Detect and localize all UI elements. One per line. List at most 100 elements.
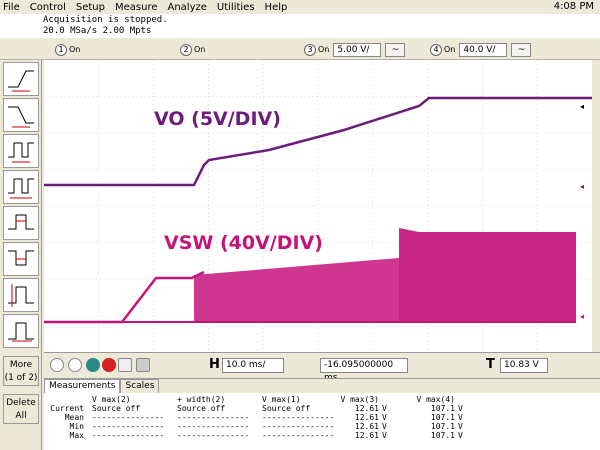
channel-4-scale[interactable]: 40.0 V/ [459, 42, 508, 57]
channel-2-state[interactable]: On [194, 45, 205, 54]
channel-2-number[interactable]: 2 [180, 43, 192, 56]
header-cell [44, 395, 84, 404]
frequency-tool[interactable] [3, 170, 39, 204]
fall-time-tool[interactable] [3, 98, 39, 132]
table-cell: --------------- [177, 422, 250, 431]
channel-3-control[interactable]: 3 On 5.00 V/ ~ [304, 41, 406, 58]
table-cell: Source off [92, 404, 141, 413]
menu-utilities[interactable]: Utilities [212, 2, 260, 13]
menu-control[interactable]: Control [25, 2, 71, 13]
table-cell: --------------- [92, 422, 165, 431]
table-cell: V [458, 422, 463, 431]
table-cell: --------------- [262, 431, 335, 440]
rise-time-tool[interactable] [3, 62, 39, 96]
clock: 4:08 PM [553, 1, 594, 12]
vo-label: VO (5V/DIV) [154, 108, 281, 130]
row-label: Mean [64, 413, 84, 422]
trigger-label: T [486, 357, 495, 372]
stop-icon[interactable] [102, 358, 116, 372]
header-cell [379, 395, 415, 404]
negative-width-tool[interactable] [3, 242, 39, 276]
channel-4-control[interactable]: 4 On 40.0 V/ ~ [430, 41, 532, 58]
table-cell: --------------- [92, 431, 165, 440]
tab-scales[interactable]: Scales [120, 379, 160, 393]
timebase-bar: H 10.0 ms/ -16.095000000 ms T 10.83 V [44, 352, 600, 383]
frequency-icon [8, 178, 34, 199]
channel-3-number[interactable]: 3 [304, 43, 316, 56]
positive-width-tool[interactable] [3, 206, 39, 240]
acquisition-status: Acquisition is stopped. 20.0 MSa/s 2.00 … [0, 14, 600, 38]
table-cell: 12.61 [354, 404, 379, 413]
negative-pulse-icon [8, 250, 34, 266]
print-icon[interactable] [136, 358, 150, 372]
channel-3-scale[interactable]: 5.00 V/ [333, 42, 382, 57]
row-label: Min [69, 422, 84, 431]
channel-1-number[interactable]: 1 [55, 43, 67, 56]
channel-3-coupling[interactable]: ~ [385, 42, 406, 57]
vmax-tool[interactable] [3, 278, 39, 312]
row-label: Current [50, 404, 84, 413]
table-cell: V [382, 431, 387, 440]
table-cell: --------------- [92, 413, 165, 422]
delete-all-button[interactable]: Delete All [3, 394, 39, 424]
header-cell: V max(3) [340, 395, 379, 404]
channel-4-coupling[interactable]: ~ [511, 42, 532, 57]
menu-file[interactable]: File [0, 2, 25, 13]
table-cell: V [458, 413, 463, 422]
menu-bar: File Control Setup Measure Analyze Utili… [0, 0, 600, 14]
waveform-display[interactable]: VO (5V/DIV) VSW (40V/DIV) ◂ ◂ ◂ [44, 60, 592, 352]
channel-1-control[interactable]: 1 On [55, 41, 80, 58]
table-cell: 12.61 [354, 431, 379, 440]
channel-2-control[interactable]: 2 On [180, 41, 205, 58]
table-cell: --------------- [262, 422, 335, 431]
zoom-icon[interactable] [68, 358, 82, 372]
table-cell: 12.61 [354, 422, 379, 431]
status-line-2: 20.0 MSa/s 2.00 Mpts [43, 26, 152, 36]
trigger-level-field[interactable]: 10.83 V [500, 358, 548, 373]
vo-waveform [44, 96, 592, 187]
channel-4-number[interactable]: 4 [430, 43, 442, 56]
table-cell: V [458, 431, 463, 440]
trigger-level-marker[interactable]: ◂ [580, 102, 584, 111]
menu-measure[interactable]: Measure [110, 2, 163, 13]
table-cell: 107.1 [430, 431, 455, 440]
menu-analyze[interactable]: Analyze [163, 2, 212, 13]
time-per-div-field[interactable]: 10.0 ms/ [222, 358, 284, 373]
table-cell: 107.1 [430, 413, 455, 422]
row-label: Max [69, 431, 84, 440]
channel-3-state[interactable]: On [318, 45, 329, 54]
vmin-tool[interactable] [3, 314, 39, 348]
table-cell: Source off [262, 404, 311, 413]
run-icon[interactable] [86, 358, 100, 372]
vo-trace [44, 96, 592, 187]
channel-4-ground-marker[interactable]: ◂ [580, 312, 584, 321]
table-cell: 12.61 [354, 413, 379, 422]
table-cell: Source off [177, 404, 226, 413]
tool-palette: More (1 of 2) Delete All [0, 60, 42, 450]
measurement-table: V max(2) + width(2) V max(1) V max(3) V … [44, 395, 491, 440]
vsw-switching-band [399, 228, 576, 322]
positive-pulse-icon [8, 214, 34, 230]
channel-1-state[interactable]: On [69, 45, 80, 54]
marker-icon[interactable] [50, 358, 64, 372]
horizontal-position-field[interactable]: -16.095000000 ms [320, 358, 408, 383]
tab-measurements[interactable]: Measurements [44, 379, 121, 393]
single-icon[interactable] [118, 358, 132, 372]
status-line-1: Acquisition is stopped. [43, 15, 168, 25]
channel-4-state[interactable]: On [444, 45, 455, 54]
more-button[interactable]: More (1 of 2) [3, 356, 39, 386]
table-cell: V [382, 404, 387, 413]
period-tool[interactable] [3, 134, 39, 168]
channel-3-ground-marker[interactable]: ◂ [580, 182, 584, 191]
table-cell: --------------- [262, 413, 335, 422]
more-sub-label: (1 of 2) [4, 373, 38, 383]
menu-setup[interactable]: Setup [71, 2, 110, 13]
falling-edge-icon [8, 106, 34, 128]
channel-bar: 1 On 2 On 3 On 5.00 V/ ~ 4 On 40.0 V/ ~ [0, 38, 600, 60]
table-row: Current Source off Source off Source off… [44, 404, 491, 413]
right-scrollbar[interactable] [592, 60, 600, 352]
delete-label: Delete [6, 398, 36, 408]
vsw-rise [44, 270, 205, 324]
menu-help[interactable]: Help [260, 2, 293, 13]
table-row: Mean --------------- --------------- ---… [44, 413, 491, 422]
